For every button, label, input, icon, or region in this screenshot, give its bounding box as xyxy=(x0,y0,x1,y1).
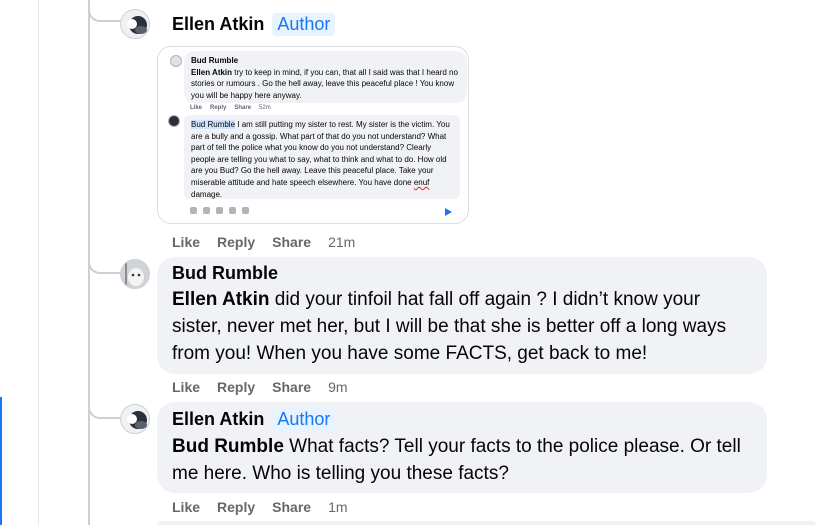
mini-reply: Reply xyxy=(210,105,227,111)
screenshot-reply-text: I am still putting my sister to rest. My… xyxy=(191,120,450,187)
like-button[interactable]: Like xyxy=(172,234,200,250)
comment-timestamp[interactable]: 9m xyxy=(328,379,347,395)
comment-body: Bud Rumble What facts? Tell your facts t… xyxy=(172,433,752,487)
sticker-icon xyxy=(242,207,249,214)
screenshot-reply-end: damage. xyxy=(191,189,223,199)
screenshot-top-comment: Bud Rumble Ellen Atkin try to keep in mi… xyxy=(184,51,467,103)
gif-icon xyxy=(190,207,197,214)
comment-header: Ellen Atkin Author xyxy=(172,13,336,36)
comment-actions: Like Reply Share 1m xyxy=(172,499,348,515)
next-comment-edge xyxy=(157,521,816,525)
mention-link[interactable]: Bud Rumble xyxy=(172,436,284,457)
comment-actions: Like Reply Share 21m xyxy=(172,234,355,250)
comment-header: Ellen Atkin Author xyxy=(172,408,752,431)
share-button[interactable]: Share xyxy=(272,379,311,395)
comment-author-name[interactable]: Bud Rumble xyxy=(172,263,752,284)
like-button[interactable]: Like xyxy=(172,499,200,515)
comment-bubble: Ellen Atkin Author Bud Rumble What facts… xyxy=(157,402,767,493)
screenshot-input-icons xyxy=(190,207,249,214)
ellen-avatar-image xyxy=(121,405,149,433)
bud-avatar-image xyxy=(121,260,149,288)
screenshot-reply-mention: Bud Rumble xyxy=(191,120,236,129)
comment-author-name[interactable]: Ellen Atkin xyxy=(172,14,264,35)
comment-body: Ellen Atkin did your tinfoil hat fall of… xyxy=(172,286,752,367)
focus-edge xyxy=(0,397,2,525)
like-button[interactable]: Like xyxy=(172,379,200,395)
reply-button[interactable]: Reply xyxy=(217,379,255,395)
screenshot-misspelled-word: enuf xyxy=(413,177,430,187)
share-button[interactable]: Share xyxy=(272,499,311,515)
reply-button[interactable]: Reply xyxy=(217,234,255,250)
author-badge: Author xyxy=(272,13,336,36)
thread-guide-line xyxy=(38,0,39,525)
comment-timestamp[interactable]: 1m xyxy=(328,499,347,515)
avatar[interactable] xyxy=(120,9,150,39)
comment-actions: Like Reply Share 9m xyxy=(172,379,348,395)
gif-icon xyxy=(229,207,236,214)
reply-button[interactable]: Reply xyxy=(217,499,255,515)
avatar[interactable] xyxy=(120,259,150,289)
screenshot-top-text: try to keep in mind, if you can, that al… xyxy=(191,67,458,100)
screenshot-top-actions: Like Reply Share 52m xyxy=(190,105,271,111)
author-badge: Author xyxy=(272,408,336,431)
comment-author-name[interactable]: Ellen Atkin xyxy=(172,409,264,430)
mention-link[interactable]: Ellen Atkin xyxy=(172,289,269,310)
share-button[interactable]: Share xyxy=(272,234,311,250)
reply-branch-line xyxy=(88,0,122,22)
comment-bubble: Bud Rumble Ellen Atkin did your tinfoil … xyxy=(157,257,767,374)
send-icon xyxy=(445,208,452,216)
mini-avatar xyxy=(170,55,182,67)
screenshot-top-author: Bud Rumble xyxy=(191,56,239,65)
reply-branch-line xyxy=(88,397,122,419)
emoji-icon xyxy=(203,207,210,214)
ellen-avatar-image xyxy=(121,10,149,38)
reply-branch-line xyxy=(88,252,122,274)
screenshot-top-mention: Ellen Atkin xyxy=(191,67,233,77)
mini-time: 52m xyxy=(259,105,271,111)
screenshot-reply-input: Bud Rumble I am still putting my sister … xyxy=(184,115,460,199)
avatar[interactable] xyxy=(120,404,150,434)
comment-timestamp[interactable]: 21m xyxy=(328,234,355,250)
camera-icon xyxy=(216,207,223,214)
attached-screenshot[interactable]: Bud Rumble Ellen Atkin try to keep in mi… xyxy=(157,46,469,224)
mini-like: Like xyxy=(190,105,203,111)
mini-avatar xyxy=(168,115,180,127)
mini-share: Share xyxy=(234,105,252,111)
